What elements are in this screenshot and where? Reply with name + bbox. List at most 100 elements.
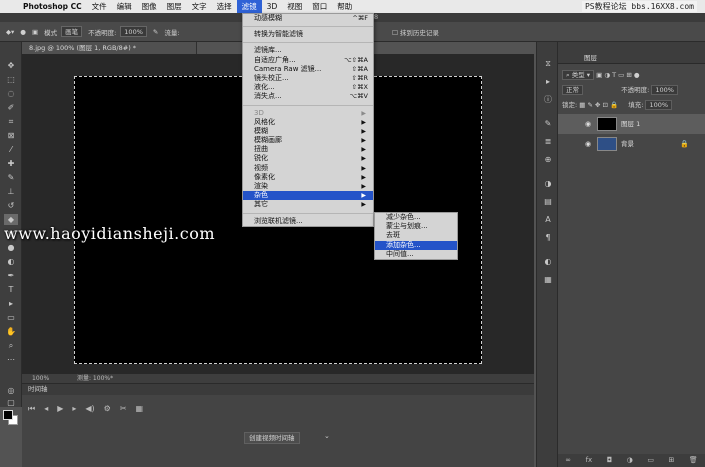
pressure-opacity-icon[interactable]: ✎ bbox=[153, 28, 158, 36]
brush-tool-icon[interactable]: ✎ bbox=[4, 172, 18, 183]
settings-icon[interactable]: ⚙ bbox=[104, 404, 111, 414]
filter-menu-item[interactable]: 自适应广角... ⌥⇧⌘A bbox=[243, 56, 373, 65]
layer-filter-select[interactable]: ⌕ 类型 ▾ bbox=[562, 70, 595, 80]
filter-menu-item[interactable]: 镜头校正... ⇧⌘R bbox=[243, 74, 373, 83]
clone-source-panel-icon[interactable]: ⊕ bbox=[542, 154, 554, 166]
filter-menu-item[interactable]: 风格化 ▶ bbox=[243, 118, 373, 127]
audio-icon[interactable]: ◀) bbox=[85, 404, 94, 414]
menu-window[interactable]: 窗口 bbox=[307, 0, 332, 13]
menu-filter[interactable]: 滤镜 bbox=[236, 0, 262, 13]
filter-menu-item[interactable]: 其它 ▶ bbox=[243, 200, 373, 209]
erase-history-checkbox[interactable]: ☐ 抹到历史记录 bbox=[392, 27, 439, 37]
menu-app[interactable]: Photoshop CC bbox=[18, 0, 87, 13]
filter-menu-item[interactable]: 锐化 ▶ bbox=[243, 154, 373, 163]
eye-icon[interactable]: ◉ bbox=[585, 134, 591, 154]
adjustment-layer-icon[interactable]: ◑ bbox=[627, 454, 633, 467]
document-info[interactable]: 测量: 100%* bbox=[77, 374, 113, 383]
mode-select[interactable]: 画笔 bbox=[61, 26, 83, 37]
pen-tool-icon[interactable]: ✒ bbox=[4, 270, 18, 281]
filter-menu-item[interactable]: 模糊 ▶ bbox=[243, 127, 373, 136]
quick-select-tool-icon[interactable]: ✐ bbox=[4, 102, 18, 113]
lasso-tool-icon[interactable]: ◌ bbox=[4, 88, 18, 99]
history-panel-icon[interactable]: ⧖ bbox=[542, 58, 554, 70]
zoom-level[interactable]: 100% bbox=[32, 374, 49, 383]
chevron-down-icon[interactable]: ⌄ bbox=[324, 432, 330, 440]
paragraph-panel-icon[interactable]: ¶ bbox=[542, 232, 554, 244]
info-panel-icon[interactable]: ⓘ bbox=[542, 94, 554, 106]
hand-tool-icon[interactable]: ✋ bbox=[4, 326, 18, 337]
stamp-tool-icon[interactable]: ⊥ bbox=[4, 186, 18, 197]
more-tools-icon[interactable]: ⋯ bbox=[4, 354, 18, 365]
layer-row[interactable]: ◉ 背景 🔒 bbox=[558, 134, 705, 154]
filter-menu-item[interactable]: 消失点... ⌥⌘V bbox=[243, 92, 373, 101]
layer-row[interactable]: ◉ 图层 1 bbox=[558, 114, 705, 134]
eyedropper-tool-icon[interactable]: ⁄ bbox=[4, 144, 18, 155]
noise-submenu-item[interactable]: 减少杂色... bbox=[375, 213, 457, 222]
group-icon[interactable]: ▭ bbox=[647, 454, 654, 467]
crop-tool-icon[interactable]: ⌗ bbox=[4, 116, 18, 127]
brushes-panel-icon[interactable]: ✎ bbox=[542, 118, 554, 130]
path-select-tool-icon[interactable]: ▸ bbox=[4, 298, 18, 309]
eraser-tool-icon[interactable]: ◆▾ bbox=[6, 28, 14, 36]
delete-layer-icon[interactable]: 🗑 bbox=[689, 454, 698, 467]
menu-select[interactable]: 选择 bbox=[212, 0, 237, 13]
next-frame-icon[interactable]: ▸ bbox=[72, 404, 76, 414]
brush-preset-icon[interactable]: ● bbox=[20, 28, 26, 36]
move-tool-icon[interactable]: ✥ bbox=[4, 60, 18, 71]
eye-icon[interactable]: ◉ bbox=[585, 114, 591, 134]
type-tool-icon[interactable]: T bbox=[4, 284, 18, 295]
menu-help[interactable]: 帮助 bbox=[332, 0, 357, 13]
screen-mode-icon[interactable]: ▢ bbox=[4, 397, 18, 408]
history-brush-tool-icon[interactable]: ↺ bbox=[4, 200, 18, 211]
layer-style-icon[interactable]: fx bbox=[586, 454, 593, 467]
add-mask-icon[interactable]: ◘ bbox=[607, 454, 613, 467]
noise-submenu-item[interactable]: 添加杂色... bbox=[375, 240, 457, 250]
transition-icon[interactable]: ▦ bbox=[136, 404, 144, 414]
layer-opacity-input[interactable]: 100% bbox=[651, 85, 678, 95]
styles-panel-icon[interactable]: ▤ bbox=[542, 196, 554, 208]
blend-mode-select[interactable]: 正常 bbox=[562, 85, 583, 95]
filter-menu-item[interactable]: Camera Raw 滤镜... ⇧⌘A bbox=[243, 65, 373, 74]
healing-tool-icon[interactable]: ✚ bbox=[4, 158, 18, 169]
filter-menu-item[interactable]: 视频 ▶ bbox=[243, 164, 373, 173]
filter-icons[interactable]: ▣ ◑ T ▭ ⊞ ● bbox=[596, 71, 639, 79]
layers-panel-title[interactable]: 图层 bbox=[584, 52, 597, 62]
cut-icon[interactable]: ✂ bbox=[120, 404, 127, 414]
filter-menu-item[interactable]: 动感模糊 ^⌘F bbox=[243, 14, 373, 23]
menu-3d[interactable]: 3D bbox=[262, 0, 283, 13]
create-video-timeline-button[interactable]: 创建视频时间轴 bbox=[244, 432, 300, 444]
filter-menu-item[interactable]: 模糊画廊 ▶ bbox=[243, 136, 373, 145]
new-layer-icon[interactable]: ⊞ bbox=[668, 454, 674, 467]
foreground-color-swatch[interactable] bbox=[3, 410, 13, 420]
fill-input[interactable]: 100% bbox=[645, 100, 673, 110]
document-tab[interactable]: 8.jpg @ 100% (图层 1, RGB/8#) * bbox=[22, 42, 197, 54]
color-panel-icon[interactable]: ◐ bbox=[542, 256, 554, 268]
menu-file[interactable]: 文件 bbox=[87, 0, 112, 13]
lock-icons[interactable]: ▦ ✎ ✥ ⊡ 🔒 bbox=[579, 101, 618, 109]
menu-edit[interactable]: 编辑 bbox=[112, 0, 137, 13]
shape-tool-icon[interactable]: ▭ bbox=[4, 312, 18, 323]
noise-submenu-item[interactable]: 去斑 bbox=[375, 231, 457, 240]
quick-mask-icon[interactable]: ◎ bbox=[4, 385, 18, 396]
first-frame-icon[interactable]: ⏮ bbox=[28, 404, 35, 414]
swatches-panel-icon[interactable]: ▦ bbox=[542, 274, 554, 286]
marquee-tool-icon[interactable]: ⬚ bbox=[4, 74, 18, 85]
menu-layer[interactable]: 图层 bbox=[162, 0, 187, 13]
character-panel-icon[interactable]: A bbox=[542, 214, 554, 226]
menu-view[interactable]: 视图 bbox=[282, 0, 307, 13]
filter-menu-item[interactable]: 杂色 ▶ bbox=[243, 191, 373, 201]
filter-menu-item[interactable]: 像素化 ▶ bbox=[243, 173, 373, 182]
prev-frame-icon[interactable]: ◂ bbox=[44, 404, 48, 414]
adjustments-panel-icon[interactable]: ◑ bbox=[542, 178, 554, 190]
brush-settings-icon[interactable]: ▣ bbox=[32, 28, 38, 36]
brush-settings-panel-icon[interactable]: ≣ bbox=[542, 136, 554, 148]
dodge-tool-icon[interactable]: ◐ bbox=[4, 256, 18, 267]
menu-type[interactable]: 文字 bbox=[187, 0, 212, 13]
noise-submenu-item[interactable]: 蒙尘与划痕... bbox=[375, 222, 457, 231]
filter-menu-item[interactable]: 3D ▶ bbox=[243, 109, 373, 118]
actions-panel-icon[interactable]: ▸ bbox=[542, 76, 554, 88]
filter-menu-item[interactable]: 转换为智能滤镜 bbox=[243, 30, 373, 39]
menu-image[interactable]: 图像 bbox=[137, 0, 162, 13]
opacity-input[interactable]: 100% bbox=[120, 26, 147, 37]
filter-menu-item[interactable]: 渲染 ▶ bbox=[243, 182, 373, 191]
